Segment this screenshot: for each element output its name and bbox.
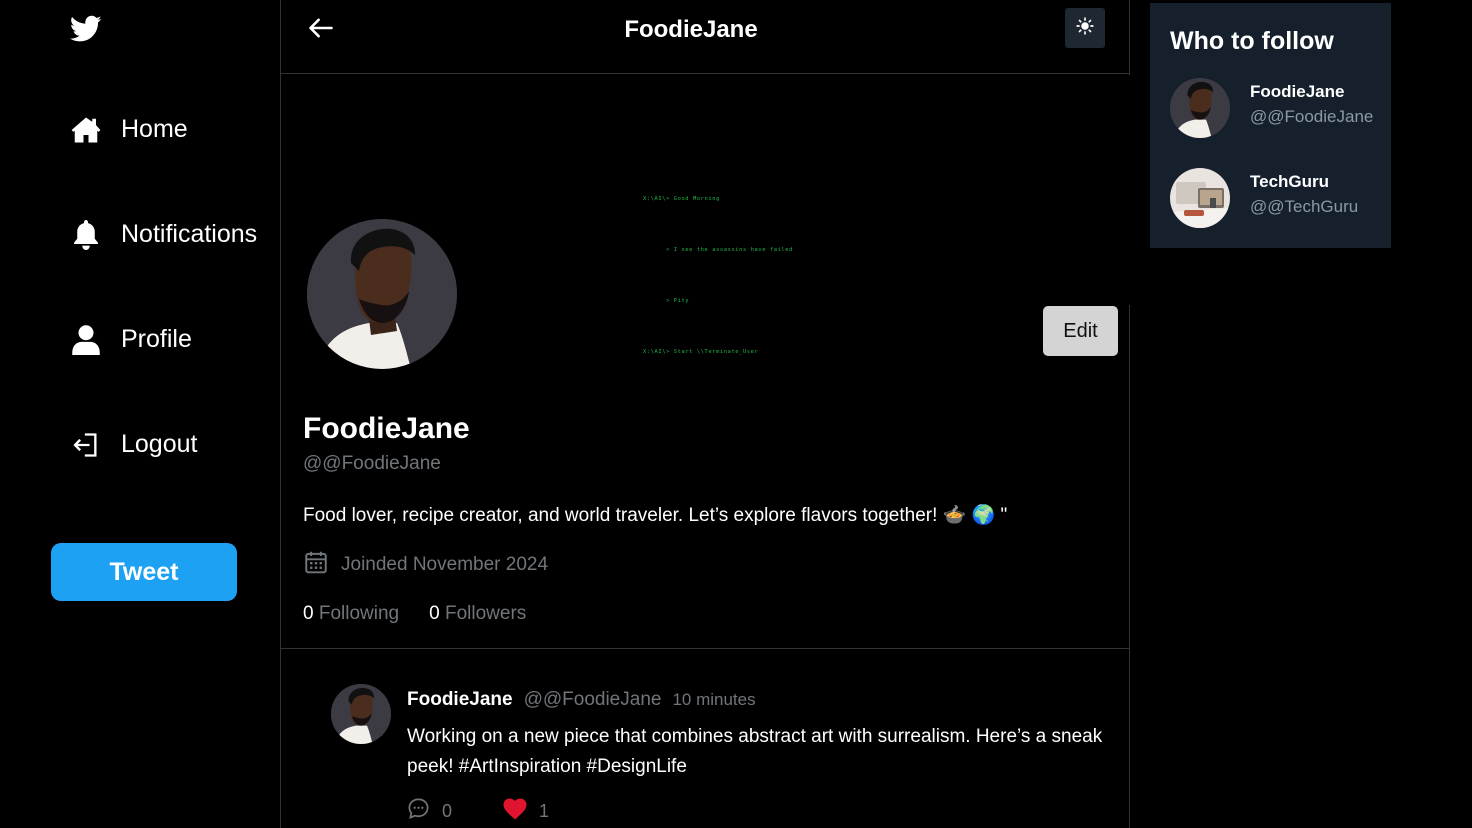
banner-terminal-text: X:\AI\> Good Morning > I see the assassi… xyxy=(643,157,793,395)
sun-icon xyxy=(1076,16,1094,40)
logout-icon xyxy=(70,429,101,460)
like-count: 1 xyxy=(539,800,550,821)
terminal-line: X:\AI\> Good Morning xyxy=(643,196,720,202)
followers-label: Followers xyxy=(444,603,527,624)
sidebar-item-logout[interactable]: Logout xyxy=(70,429,197,460)
suggested-user-handle: @@FoodieJane xyxy=(1250,107,1374,126)
tweet-text: Working on a new piece that combines abs… xyxy=(407,726,1103,777)
sidebar-item-label: Home xyxy=(121,115,188,143)
comment-count: 0 xyxy=(442,800,453,821)
theme-toggle-button[interactable] xyxy=(1065,8,1105,48)
joined-label: Joinded November 2024 xyxy=(341,554,549,575)
joined-date: Joinded November 2024 xyxy=(303,549,548,581)
suggested-user[interactable]: TechGuru @@TechGuru xyxy=(1170,168,1385,228)
bell-icon xyxy=(70,219,101,250)
page-title: FoodieJane xyxy=(624,16,758,43)
profile-bio: Food lover, recipe creator, and world tr… xyxy=(303,505,1008,526)
following-link[interactable]: 0 Following xyxy=(303,603,399,625)
tweet-item[interactable]: FoodieJane @@FoodieJane 10 minutes Worki… xyxy=(281,649,1130,828)
sidebar-item-label: Profile xyxy=(121,325,192,353)
profile-avatar[interactable] xyxy=(307,219,457,369)
profile-header: FoodieJane xyxy=(281,0,1130,74)
sidebar-item-label: Notifications xyxy=(121,220,258,248)
home-icon xyxy=(70,114,101,145)
heart-icon xyxy=(503,798,527,825)
followers-count: 0 xyxy=(429,603,440,624)
tweet-button[interactable]: Tweet xyxy=(51,543,237,601)
suggested-user-handle: @@TechGuru xyxy=(1250,197,1359,216)
terminal-line: > Pity xyxy=(643,298,690,304)
who-to-follow-title: Who to follow xyxy=(1170,27,1334,55)
profile-main: FoodieJane X:\AI\> Good Morning > I see … xyxy=(280,0,1130,828)
avatar xyxy=(1170,168,1230,228)
tweet-timestamp: 10 minutes xyxy=(672,690,756,709)
tweet-header: FoodieJane @@FoodieJane 10 minutes xyxy=(407,689,756,711)
terminal-line: X:\AI\> Start \\Terminate_User xyxy=(643,349,759,355)
like-button[interactable]: 1 xyxy=(503,798,549,825)
tweet-actions: 0 1 xyxy=(407,797,549,825)
tweet-author-handle: @@FoodieJane xyxy=(523,689,662,710)
profile-name: FoodieJane xyxy=(303,412,470,445)
sidebar-item-home[interactable]: Home xyxy=(70,114,188,145)
avatar[interactable] xyxy=(331,684,391,744)
comment-button[interactable]: 0 xyxy=(407,797,503,825)
suggested-user-name: FoodieJane xyxy=(1250,82,1345,101)
sidebar-item-label: Logout xyxy=(121,430,198,458)
sidebar-item-profile[interactable]: Profile xyxy=(70,324,192,355)
comment-icon xyxy=(407,797,430,825)
following-count: 0 xyxy=(303,603,314,624)
twitter-bird-icon[interactable] xyxy=(69,14,102,44)
app-root: Home Notifications Profile Logout Tweet xyxy=(0,0,1472,828)
following-label: Following xyxy=(318,603,400,624)
calendar-icon xyxy=(303,549,329,581)
sidebar: Home Notifications Profile Logout Tweet xyxy=(0,0,280,828)
profile-handle: @@FoodieJane xyxy=(303,453,441,474)
avatar xyxy=(1170,78,1230,138)
follow-stats: 0 Following 0 Followers xyxy=(303,603,526,625)
edit-profile-button[interactable]: Edit xyxy=(1043,306,1118,356)
suggested-user[interactable]: FoodieJane @@FoodieJane xyxy=(1170,78,1385,138)
who-to-follow-panel: Who to follow FoodieJane @@FoodieJane Te… xyxy=(1150,3,1391,248)
user-icon xyxy=(70,324,101,355)
terminal-line: > I see the assassins have failed xyxy=(643,247,793,253)
tweet-author-name[interactable]: FoodieJane xyxy=(407,689,513,711)
suggested-user-name: TechGuru xyxy=(1250,172,1330,191)
followers-link[interactable]: 0 Followers xyxy=(429,603,526,625)
sidebar-item-notifications[interactable]: Notifications xyxy=(70,219,257,250)
